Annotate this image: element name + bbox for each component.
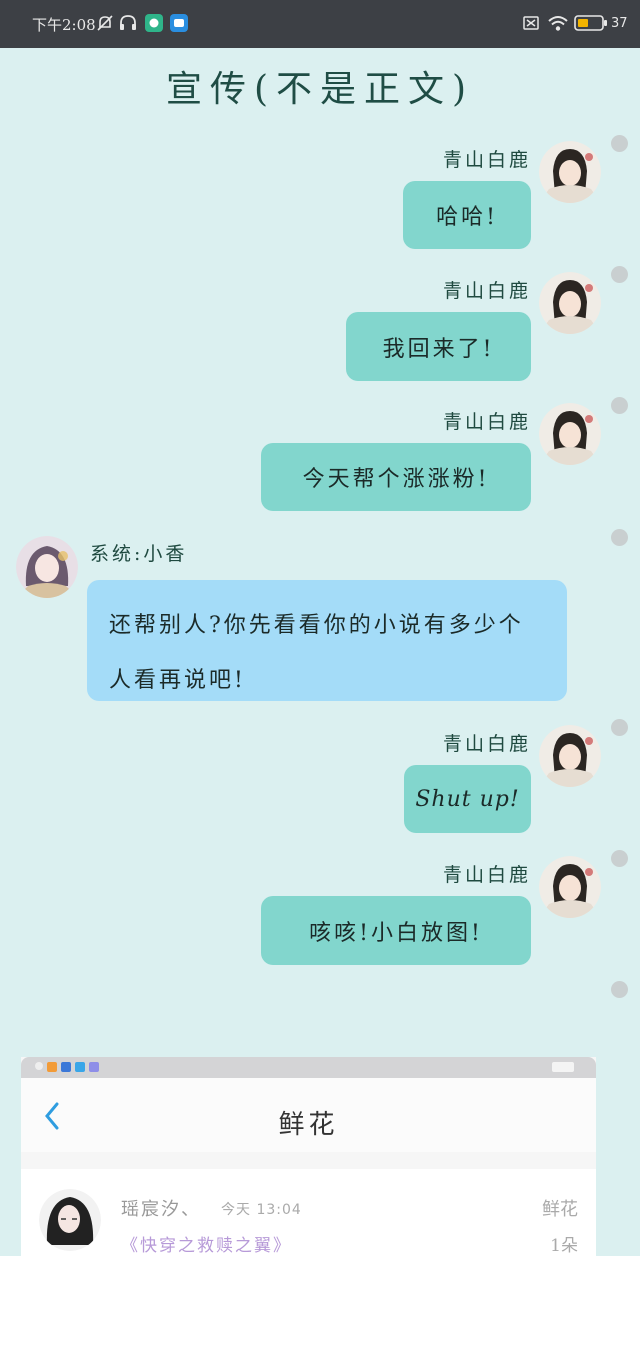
gift-user-name: 瑶宸汐、 <box>121 1199 201 1220</box>
author-avatar[interactable] <box>539 856 601 918</box>
battery-level: 37 <box>611 16 628 31</box>
status-time: 下午2:08 <box>32 16 96 34</box>
embedded-status-bar <box>21 1057 596 1078</box>
system-sender-name: 系统:小香 <box>90 543 188 565</box>
status-bar: 下午2:08 37 <box>0 0 640 48</box>
embedded-screenshot[interactable]: 鲜花 瑶宸汐、 今天 13:04 《快穿之救赎之翼》 鲜花 1朵 <box>21 1057 596 1257</box>
system-avatar[interactable] <box>16 536 78 598</box>
sender-name: 青山白鹿 <box>443 411 532 433</box>
gift-type: 鲜花 <box>542 1199 578 1220</box>
battery-icon <box>574 15 607 31</box>
gift-time: 今天 13:04 <box>221 1202 302 1218</box>
author-avatar[interactable] <box>539 403 601 465</box>
chat-title: 宣传(不是正文) <box>165 69 475 110</box>
author-avatar[interactable] <box>539 725 601 787</box>
system-message-bubble[interactable]: 还帮别人?你先看看你的小说有多少个人看再说吧! <box>87 580 567 701</box>
message-status-dot <box>611 397 628 414</box>
message-bubble[interactable]: 今天帮个涨涨粉! <box>261 443 531 511</box>
sender-name: 青山白鹿 <box>443 733 532 755</box>
author-avatar[interactable] <box>539 272 601 334</box>
bottom-blank-area <box>0 1256 640 1351</box>
message-status-dot <box>611 135 628 152</box>
app-icon-green <box>145 14 163 32</box>
sender-name: 青山白鹿 <box>443 149 532 171</box>
mute-bell-icon <box>97 15 113 31</box>
message-bubble[interactable]: 哈哈! <box>403 181 531 249</box>
gift-book-title: 《快穿之救赎之翼》 <box>121 1236 292 1256</box>
author-avatar[interactable] <box>539 141 601 203</box>
sender-name: 青山白鹿 <box>443 864 532 886</box>
headphones-icon <box>120 15 136 30</box>
sim-off-icon <box>523 16 539 30</box>
embedded-title: 鲜花 <box>278 1110 339 1140</box>
message-status-dot <box>611 850 628 867</box>
message-bubble[interactable]: Shut up! <box>404 765 531 833</box>
message-status-dot <box>611 266 628 283</box>
wifi-icon <box>548 16 568 31</box>
message-status-dot <box>611 981 628 998</box>
message-status-dot <box>611 719 628 736</box>
message-status-dot <box>611 529 628 546</box>
message-bubble[interactable]: 咳咳!小白放图! <box>261 896 531 965</box>
gift-record-row[interactable]: 瑶宸汐、 今天 13:04 《快穿之救赎之翼》 鲜花 1朵 <box>21 1169 596 1257</box>
app-icon-blue <box>170 14 188 32</box>
sender-name: 青山白鹿 <box>443 280 532 302</box>
user-avatar <box>39 1189 101 1251</box>
embedded-header: 鲜花 <box>21 1078 596 1152</box>
gift-count: 1朵 <box>550 1236 578 1256</box>
message-bubble[interactable]: 我回来了! <box>346 312 531 381</box>
